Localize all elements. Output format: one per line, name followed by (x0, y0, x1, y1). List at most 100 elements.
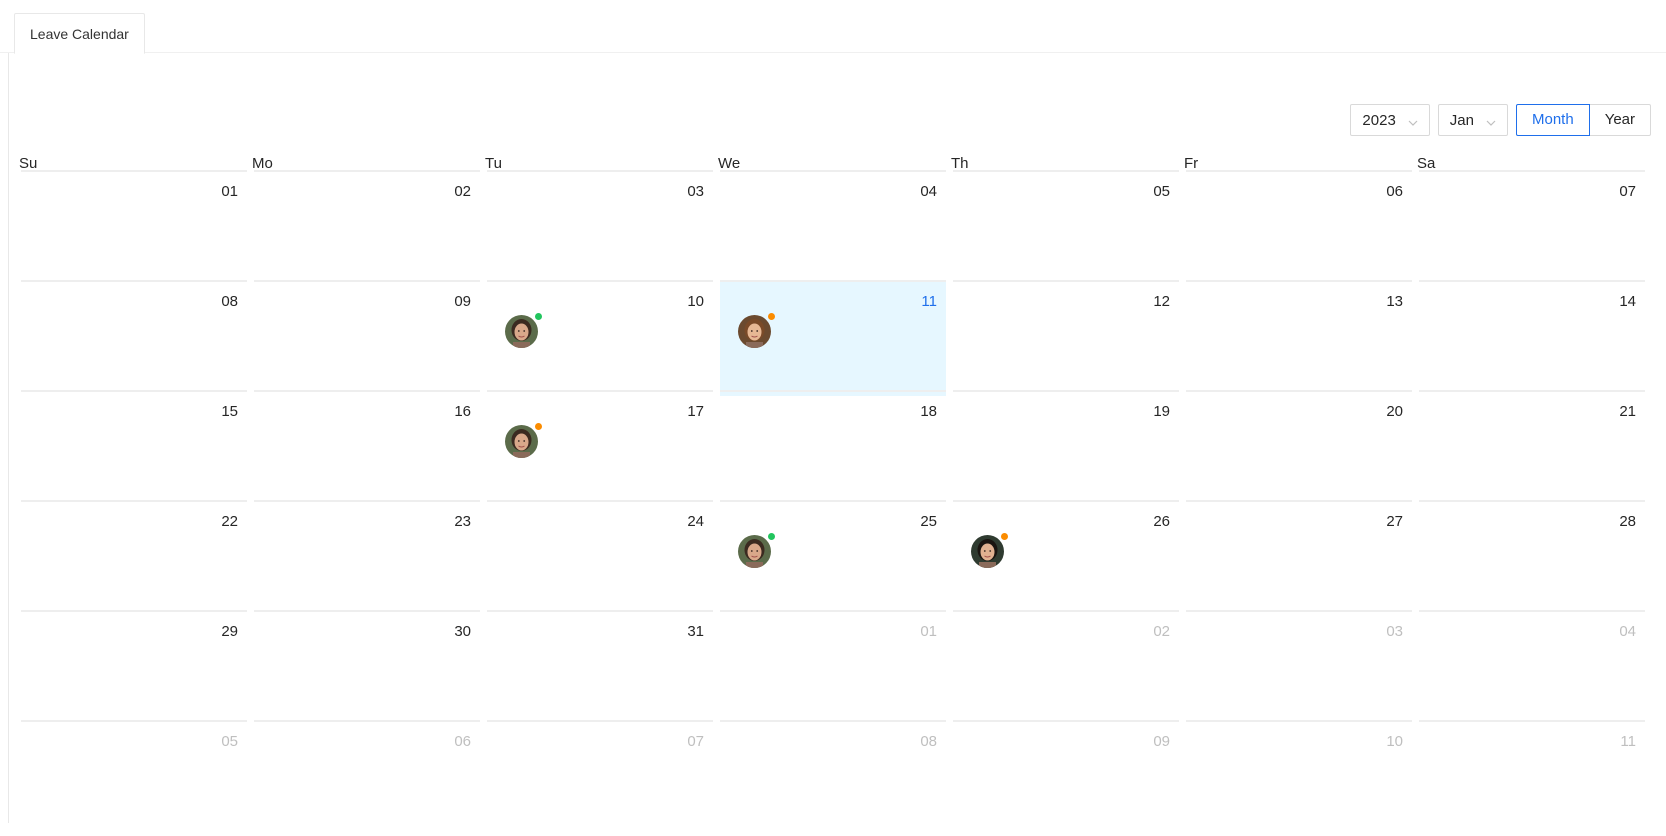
day-number: 07 (687, 733, 704, 750)
calendar-day-cell[interactable]: 05 (21, 720, 247, 836)
tab-leave-calendar[interactable]: Leave Calendar (14, 13, 145, 54)
calendar-day-cell[interactable]: 11 (720, 280, 946, 396)
day-number: 03 (687, 183, 704, 200)
day-number: 05 (221, 733, 238, 750)
day-number: 27 (1386, 513, 1403, 530)
day-number: 13 (1386, 293, 1403, 310)
day-number: 10 (687, 293, 704, 310)
calendar-day-cell[interactable]: 07 (1419, 170, 1645, 286)
status-dot (535, 313, 542, 320)
day-number: 10 (1386, 733, 1403, 750)
calendar-day-cell[interactable]: 18 (720, 390, 946, 506)
calendar-day-cell[interactable]: 09 (953, 720, 1179, 836)
calendar-day-cell[interactable]: 05 (953, 170, 1179, 286)
chevron-down-icon (1486, 115, 1496, 126)
day-number: 12 (1153, 293, 1170, 310)
calendar-day-cell[interactable]: 07 (487, 720, 713, 836)
calendar-day-cell[interactable]: 22 (21, 500, 247, 616)
calendar-day-cell[interactable]: 14 (1419, 280, 1645, 396)
calendar-day-cell[interactable]: 12 (953, 280, 1179, 396)
year-select-value: 2023 (1362, 111, 1396, 129)
leave-avatar[interactable] (738, 313, 775, 348)
calendar-day-cell[interactable]: 03 (487, 170, 713, 286)
calendar-header-controls: 2023 Jan Month Year (1350, 104, 1651, 136)
leave-avatar[interactable] (738, 533, 775, 568)
month-mode-button[interactable]: Month (1515, 104, 1590, 136)
calendar-day-cell[interactable]: 16 (254, 390, 480, 506)
calendar-day-cell[interactable]: 08 (720, 720, 946, 836)
calendar-day-cell[interactable]: 10 (1186, 720, 1412, 836)
day-number: 26 (1153, 513, 1170, 530)
day-number: 22 (221, 513, 238, 530)
calendar-day-cell[interactable]: 31 (487, 610, 713, 726)
calendar-day-cell[interactable]: 06 (254, 720, 480, 836)
day-number: 05 (1153, 183, 1170, 200)
avatar-image (738, 535, 771, 568)
calendar-day-cell[interactable]: 19 (953, 390, 1179, 506)
calendar-day-cell[interactable]: 01 (21, 170, 247, 286)
day-number: 30 (454, 623, 471, 640)
calendar-day-cell[interactable]: 20 (1186, 390, 1412, 506)
calendar-day-cell[interactable]: 10 (487, 280, 713, 396)
day-number: 11 (1620, 733, 1636, 750)
day-number: 11 (921, 293, 937, 310)
calendar-day-cell[interactable]: 17 (487, 390, 713, 506)
calendar-day-cell[interactable]: 02 (953, 610, 1179, 726)
calendar-day-cell[interactable]: 28 (1419, 500, 1645, 616)
calendar-day-cell[interactable]: 30 (254, 610, 480, 726)
calendar-day-cell[interactable]: 04 (720, 170, 946, 286)
calendar-day-cell[interactable]: 08 (21, 280, 247, 396)
day-number: 07 (1619, 183, 1636, 200)
month-select[interactable]: Jan (1437, 104, 1508, 136)
day-number: 17 (687, 403, 704, 420)
leave-avatar[interactable] (971, 533, 1008, 568)
day-number: 15 (221, 403, 238, 420)
calendar-day-cell[interactable]: 21 (1419, 390, 1645, 506)
avatar-image (505, 315, 538, 348)
day-number: 24 (687, 513, 704, 530)
day-number: 18 (920, 403, 937, 420)
year-select[interactable]: 2023 (1350, 104, 1430, 136)
calendar-day-cell[interactable]: 06 (1186, 170, 1412, 286)
day-number: 01 (920, 623, 937, 640)
day-number: 21 (1619, 403, 1636, 420)
status-dot (768, 533, 775, 540)
day-number: 16 (454, 403, 471, 420)
day-number: 09 (454, 293, 471, 310)
calendar-day-cell[interactable]: 15 (21, 390, 247, 506)
calendar-day-cell[interactable]: 29 (21, 610, 247, 726)
avatar-image (738, 315, 771, 348)
day-number: 08 (221, 293, 238, 310)
day-number: 04 (1619, 623, 1636, 640)
day-number: 06 (1386, 183, 1403, 200)
day-number: 09 (1153, 733, 1170, 750)
leave-avatar[interactable] (505, 313, 542, 348)
calendar-day-cell[interactable]: 23 (254, 500, 480, 616)
year-mode-button[interactable]: Year (1589, 104, 1651, 136)
leave-avatar[interactable] (505, 423, 542, 458)
day-number: 19 (1153, 403, 1170, 420)
day-number: 04 (920, 183, 937, 200)
status-dot (1001, 533, 1008, 540)
calendar-day-cell[interactable]: 03 (1186, 610, 1412, 726)
calendar-day-cell[interactable]: 13 (1186, 280, 1412, 396)
calendar-day-cell[interactable]: 11 (1419, 720, 1645, 836)
day-number: 01 (221, 183, 238, 200)
mode-toggle: Month Year (1515, 104, 1651, 136)
avatar-image (505, 425, 538, 458)
calendar-day-cell[interactable]: 04 (1419, 610, 1645, 726)
chevron-down-icon (1408, 115, 1418, 126)
month-select-value: Jan (1449, 111, 1474, 129)
calendar-day-cell[interactable]: 25 (720, 500, 946, 616)
status-dot (535, 423, 542, 430)
calendar-day-cell[interactable]: 01 (720, 610, 946, 726)
day-number: 14 (1619, 293, 1636, 310)
calendar-day-cell[interactable]: 26 (953, 500, 1179, 616)
tab-bar: Leave Calendar (0, 0, 1666, 54)
calendar-day-cell[interactable]: 09 (254, 280, 480, 396)
day-number: 20 (1386, 403, 1403, 420)
calendar-day-cell[interactable]: 02 (254, 170, 480, 286)
calendar-day-cell[interactable]: 24 (487, 500, 713, 616)
calendar-day-cell[interactable]: 27 (1186, 500, 1412, 616)
day-number: 25 (920, 513, 937, 530)
